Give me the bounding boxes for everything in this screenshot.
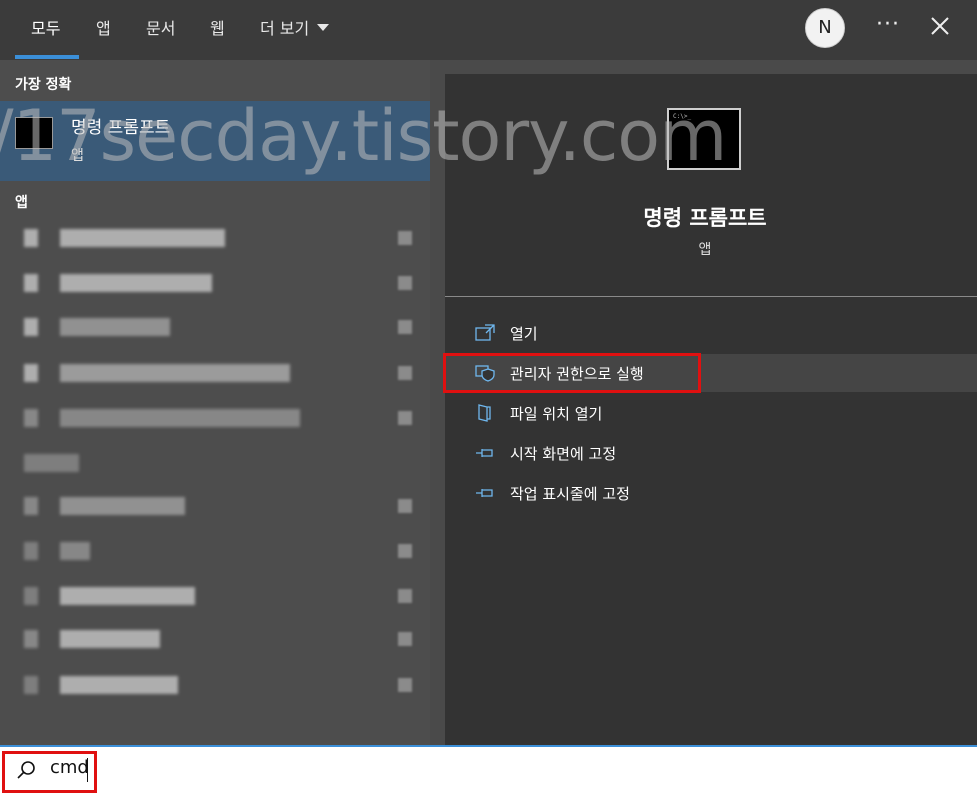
file-location-icon — [478, 404, 491, 422]
search-highlight-box — [2, 751, 97, 793]
tab-more-label: 더 보기 — [260, 19, 310, 38]
tab-documents[interactable]: 문서 — [146, 17, 175, 41]
more-options-icon[interactable]: ··· — [876, 12, 900, 37]
tab-more[interactable]: 더 보기 — [260, 17, 330, 41]
highlight-box — [443, 353, 701, 393]
tab-apps[interactable]: 앱 — [96, 17, 111, 41]
pin-to-taskbar-label: 작업 표시줄에 고정 — [510, 485, 630, 503]
best-match-heading: 가장 정확 — [15, 77, 72, 93]
app-title: 명령 프롬프트 — [643, 206, 767, 230]
watermark: /17secday.tistory.com — [0, 95, 727, 177]
open-label: 열기 — [510, 325, 538, 343]
pin-to-start-action[interactable]: 시작 화면에 고정 — [445, 434, 977, 472]
apps-heading: 앱 — [15, 195, 28, 211]
open-action[interactable]: 열기 — [445, 314, 977, 352]
divider — [445, 296, 977, 297]
pin-icon — [476, 489, 493, 497]
chevron-down-icon — [317, 24, 330, 31]
pin-to-start-label: 시작 화면에 고정 — [510, 445, 617, 463]
search-bar[interactable]: cmd — [0, 745, 977, 795]
close-icon[interactable] — [928, 14, 952, 38]
pin-icon — [476, 449, 493, 457]
pin-to-taskbar-action[interactable]: 작업 표시줄에 고정 — [445, 474, 977, 512]
avatar[interactable]: N — [805, 8, 845, 48]
open-file-location-action[interactable]: 파일 위치 열기 — [445, 394, 977, 432]
open-icon — [475, 324, 495, 341]
top-bar: 모두 앱 문서 웹 더 보기 N ··· — [0, 0, 977, 60]
active-tab-indicator — [15, 55, 79, 59]
app-type: 앱 — [698, 242, 712, 258]
open-file-location-label: 파일 위치 열기 — [510, 405, 603, 423]
tab-web[interactable]: 웹 — [210, 17, 225, 41]
tab-all[interactable]: 모두 — [31, 17, 60, 41]
